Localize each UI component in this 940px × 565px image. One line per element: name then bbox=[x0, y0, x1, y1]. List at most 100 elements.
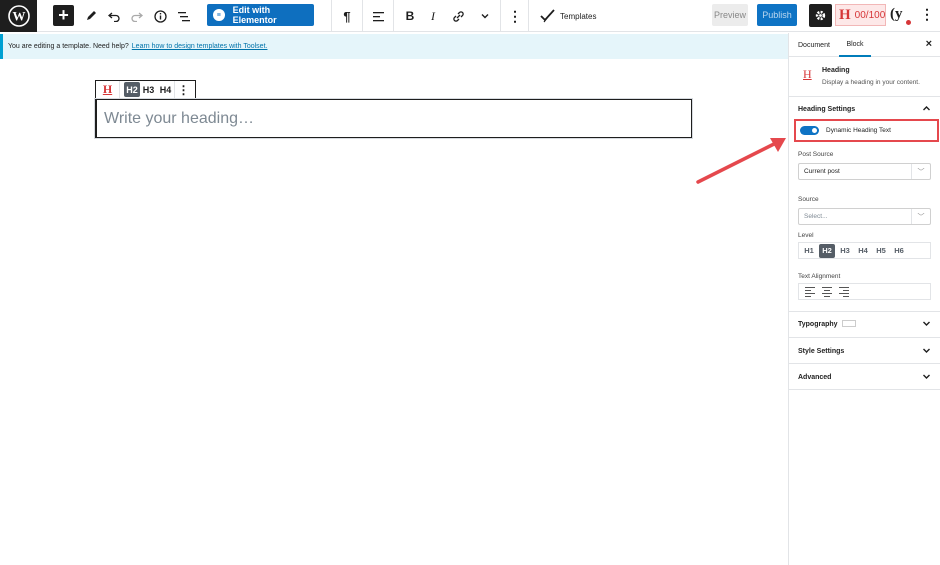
publish-button[interactable]: Publish bbox=[757, 4, 797, 26]
undo-icon bbox=[108, 12, 120, 22]
style-settings-title[interactable]: Style Settings bbox=[798, 348, 844, 355]
link-icon bbox=[452, 10, 464, 22]
redo-icon bbox=[131, 12, 143, 22]
typography-title[interactable]: Typography bbox=[798, 321, 838, 328]
redo-button[interactable] bbox=[129, 4, 145, 28]
level-h3-button[interactable]: H3 bbox=[837, 244, 853, 258]
yoast-status-dot bbox=[906, 20, 911, 25]
more-formats-button[interactable] bbox=[478, 4, 492, 28]
text-alignment-selector bbox=[798, 283, 931, 300]
settings-button[interactable] bbox=[809, 4, 832, 27]
wordpress-logo-icon: W bbox=[7, 5, 30, 27]
divider bbox=[789, 363, 940, 364]
top-toolbar: W + ≡ Edit with Elementor ¶ B I ⋮ Templa… bbox=[0, 0, 940, 32]
chevron-down-icon[interactable] bbox=[922, 319, 931, 330]
level-h6-button[interactable]: H6 bbox=[891, 244, 907, 258]
tab-document[interactable]: Document bbox=[798, 33, 830, 57]
chevron-down-icon[interactable] bbox=[922, 346, 931, 357]
bold-icon: B bbox=[405, 9, 415, 23]
italic-button[interactable]: I bbox=[426, 4, 440, 28]
level-h5-button[interactable]: H5 bbox=[873, 244, 889, 258]
elementor-icon: ≡ bbox=[213, 9, 225, 21]
info-button[interactable] bbox=[152, 4, 168, 28]
align-right-icon[interactable] bbox=[839, 286, 849, 297]
level-h4-button[interactable]: H4 bbox=[855, 244, 871, 258]
level-label: Level bbox=[798, 232, 814, 239]
templates-icon bbox=[540, 9, 555, 23]
more-vertical-icon: ⋮ bbox=[920, 6, 934, 22]
chevron-down-icon[interactable] bbox=[922, 372, 931, 383]
annotation-arrow bbox=[696, 138, 786, 184]
settings-sidebar: Document Block × H Heading Display a hea… bbox=[788, 33, 940, 565]
wordpress-logo-button[interactable]: W bbox=[0, 0, 37, 32]
seo-score-button[interactable]: H 00/100 bbox=[835, 4, 886, 26]
notice-help-link[interactable]: Learn how to design templates with Tools… bbox=[132, 43, 268, 50]
heading-settings-title[interactable]: Heading Settings bbox=[798, 106, 855, 113]
level-h2-button[interactable]: H2 bbox=[124, 82, 140, 97]
toggle-knob bbox=[812, 128, 817, 133]
chevron-up-icon[interactable] bbox=[922, 104, 931, 115]
level-h2-button[interactable]: H2 bbox=[819, 243, 835, 258]
tab-block[interactable]: Block bbox=[839, 33, 871, 57]
pencil-icon bbox=[87, 11, 96, 20]
heading-score-icon: H bbox=[839, 6, 851, 23]
advanced-title[interactable]: Advanced bbox=[798, 374, 831, 381]
source-select[interactable]: Select... ﹀ bbox=[798, 208, 931, 225]
edit-with-elementor-button[interactable]: ≡ Edit with Elementor bbox=[207, 4, 314, 26]
block-inserter-button[interactable]: + bbox=[53, 5, 74, 26]
block-more-button[interactable]: ⋮ bbox=[174, 81, 192, 98]
heading-block-switcher[interactable]: H bbox=[96, 81, 120, 98]
separator bbox=[362, 0, 363, 32]
seo-score-value: 00/100 bbox=[854, 9, 886, 21]
chevron-down-icon: ﹀ bbox=[911, 164, 930, 179]
template-notice: You are editing a template. Need help? L… bbox=[0, 34, 789, 59]
templates-button[interactable]: Templates bbox=[540, 4, 602, 28]
svg-text:W: W bbox=[12, 9, 25, 24]
post-source-select[interactable]: Current post ﹀ bbox=[798, 163, 931, 180]
more-vertical-icon: ⋮ bbox=[508, 7, 522, 24]
block-more-options-button[interactable]: ⋮ bbox=[508, 4, 522, 28]
yoast-icon: (y bbox=[890, 6, 903, 22]
text-alignment-label: Text Alignment bbox=[798, 273, 841, 280]
dynamic-heading-toggle[interactable] bbox=[800, 126, 819, 135]
level-h1-button[interactable]: H1 bbox=[801, 244, 817, 258]
link-button[interactable] bbox=[450, 4, 466, 28]
typography-swatch bbox=[842, 320, 856, 327]
undo-button[interactable] bbox=[106, 4, 122, 28]
separator bbox=[393, 0, 394, 32]
level-h3-button[interactable]: H3 bbox=[140, 81, 157, 98]
divider bbox=[789, 337, 940, 338]
level-selector: H1 H2 H3 H4 H5 H6 bbox=[798, 242, 931, 259]
block-title: Heading bbox=[822, 67, 850, 74]
tools-button[interactable] bbox=[82, 4, 100, 28]
more-menu-button[interactable]: ⋮ bbox=[920, 6, 934, 23]
templates-label: Templates bbox=[560, 11, 597, 21]
yoast-button[interactable]: (y bbox=[890, 6, 912, 26]
separator bbox=[331, 0, 332, 32]
source-label: Source bbox=[798, 196, 819, 203]
sidebar-tabs: Document Block × bbox=[789, 33, 940, 57]
dynamic-heading-label: Dynamic Heading Text bbox=[826, 127, 891, 134]
source-placeholder: Select... bbox=[804, 213, 828, 220]
plus-icon: + bbox=[58, 5, 69, 25]
block-toolbar: H H2 H3 H4 ⋮ bbox=[95, 80, 196, 99]
bold-button[interactable]: B bbox=[403, 4, 417, 28]
paragraph-icon: ¶ bbox=[343, 8, 351, 24]
notice-text: You are editing a template. Need help? bbox=[8, 43, 129, 50]
preview-button[interactable]: Preview bbox=[712, 4, 748, 26]
align-left-icon[interactable] bbox=[805, 286, 815, 297]
align-center-icon[interactable] bbox=[822, 286, 832, 297]
heading-block-input[interactable]: Write your heading… bbox=[94, 98, 693, 139]
align-button[interactable] bbox=[370, 4, 386, 28]
paragraph-button[interactable]: ¶ bbox=[339, 4, 355, 28]
close-sidebar-button[interactable]: × bbox=[926, 38, 932, 50]
close-icon: × bbox=[925, 38, 932, 50]
list-view-button[interactable] bbox=[176, 4, 192, 28]
list-view-icon bbox=[178, 11, 190, 21]
dynamic-heading-toggle-row[interactable]: Dynamic Heading Text bbox=[794, 119, 939, 142]
post-source-label: Post Source bbox=[798, 151, 834, 158]
divider bbox=[789, 311, 940, 312]
more-vertical-icon: ⋮ bbox=[177, 82, 190, 97]
level-h4-button[interactable]: H4 bbox=[157, 81, 174, 98]
chevron-down-icon: ﹀ bbox=[911, 209, 930, 224]
